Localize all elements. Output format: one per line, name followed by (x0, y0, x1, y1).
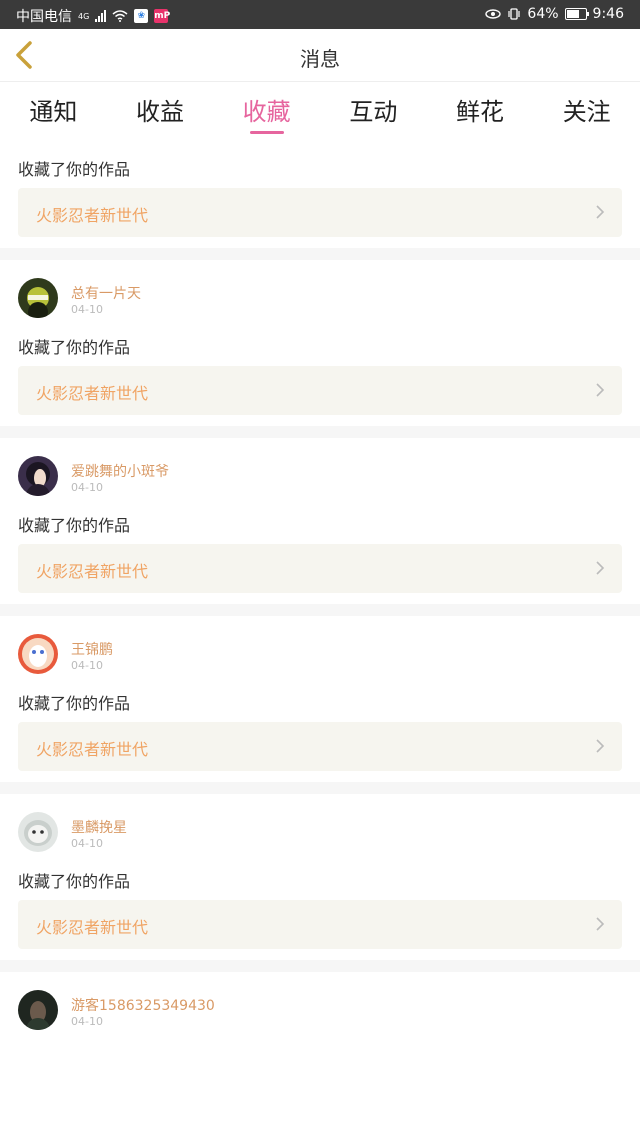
notification-card: 墨麟挽星 04-10 收藏了你的作品 火影忍者新世代 (0, 794, 640, 960)
clock: 9:46 (592, 6, 624, 22)
avatar[interactable] (18, 812, 58, 852)
work-title: 火影忍者新世代 (36, 206, 149, 225)
status-right: 64% 9:46 (485, 6, 624, 22)
page-title: 消息 (300, 47, 340, 71)
tab-earnings[interactable]: 收益 (107, 82, 214, 138)
work-link[interactable]: 火影忍者新世代 (18, 188, 622, 237)
status-bar: 中国电信 4G ❀ mP 64% 9:46 (0, 0, 640, 29)
timestamp: 04-10 (71, 1015, 103, 1028)
work-title: 火影忍者新世代 (36, 384, 149, 403)
work-link[interactable]: 火影忍者新世代 (18, 366, 622, 415)
tab-flowers[interactable]: 鲜花 (427, 82, 534, 138)
work-title: 火影忍者新世代 (36, 918, 149, 937)
notification-card: 游客1586325349430 04-10 (0, 972, 640, 1138)
chevron-right-icon (596, 205, 605, 219)
timestamp: 04-10 (71, 837, 103, 850)
chevron-right-icon (596, 739, 605, 753)
timestamp: 04-10 (71, 303, 103, 316)
avatar[interactable] (18, 456, 58, 496)
tab-follow[interactable]: 关注 (533, 82, 640, 138)
tab-interaction[interactable]: 互动 (320, 82, 427, 138)
chevron-right-icon (596, 917, 605, 931)
tab-notice[interactable]: 通知 (0, 82, 107, 138)
username[interactable]: 游客1586325349430 (71, 995, 215, 1015)
notification-list: 收藏了你的作品 火影忍者新世代 总有一片天 04-10 收藏了你的作品 火影忍者… (0, 140, 640, 1138)
header: 消息 (0, 29, 640, 82)
notification-card: 王锦鹏 04-10 收藏了你的作品 火影忍者新世代 (0, 616, 640, 782)
action-text: 收藏了你的作品 (18, 872, 131, 891)
work-title: 火影忍者新世代 (36, 562, 149, 581)
baidu-paw-icon: ❀ (134, 9, 149, 23)
tab-favorites[interactable]: 收藏 (213, 82, 320, 138)
separator (0, 604, 640, 616)
eye-comfort-icon (485, 9, 502, 19)
status-left: 中国电信 4G ❀ mP (16, 6, 171, 26)
work-title: 火影忍者新世代 (36, 740, 149, 759)
username[interactable]: 王锦鹏 (71, 639, 113, 659)
network-type: 4G (78, 11, 90, 21)
battery-percent: 64% (527, 6, 559, 22)
work-link[interactable]: 火影忍者新世代 (18, 722, 622, 771)
work-link[interactable]: 火影忍者新世代 (18, 544, 622, 593)
wifi-icon (112, 10, 128, 22)
separator (0, 248, 640, 260)
timestamp: 04-10 (71, 481, 103, 494)
app-notification-icon: mP (154, 9, 171, 23)
notification-card: 爱跳舞的小斑爷 04-10 收藏了你的作品 火影忍者新世代 (0, 438, 640, 604)
signal-icon (95, 10, 107, 22)
avatar[interactable] (18, 634, 58, 674)
work-link[interactable]: 火影忍者新世代 (18, 900, 622, 949)
username[interactable]: 爱跳舞的小斑爷 (71, 461, 169, 481)
chevron-right-icon (596, 561, 605, 575)
battery-level (566, 10, 579, 18)
chevron-right-icon (596, 383, 605, 397)
notification-card: 收藏了你的作品 火影忍者新世代 (0, 140, 640, 248)
vibrate-icon (508, 8, 521, 20)
action-text: 收藏了你的作品 (18, 160, 131, 179)
battery-icon (564, 8, 589, 20)
separator (0, 782, 640, 794)
separator (0, 426, 640, 438)
avatar[interactable] (18, 278, 58, 318)
username[interactable]: 墨麟挽星 (71, 817, 127, 837)
notification-card: 总有一片天 04-10 收藏了你的作品 火影忍者新世代 (0, 260, 640, 426)
category-tabs: 通知 收益 收藏 互动 鲜花 关注 (0, 82, 640, 138)
avatar[interactable] (18, 990, 58, 1030)
username[interactable]: 总有一片天 (71, 283, 141, 303)
action-text: 收藏了你的作品 (18, 694, 131, 713)
action-text: 收藏了你的作品 (18, 516, 131, 535)
timestamp: 04-10 (71, 659, 103, 672)
action-text: 收藏了你的作品 (18, 338, 131, 357)
separator (0, 960, 640, 972)
carrier-label: 中国电信 (16, 9, 72, 25)
